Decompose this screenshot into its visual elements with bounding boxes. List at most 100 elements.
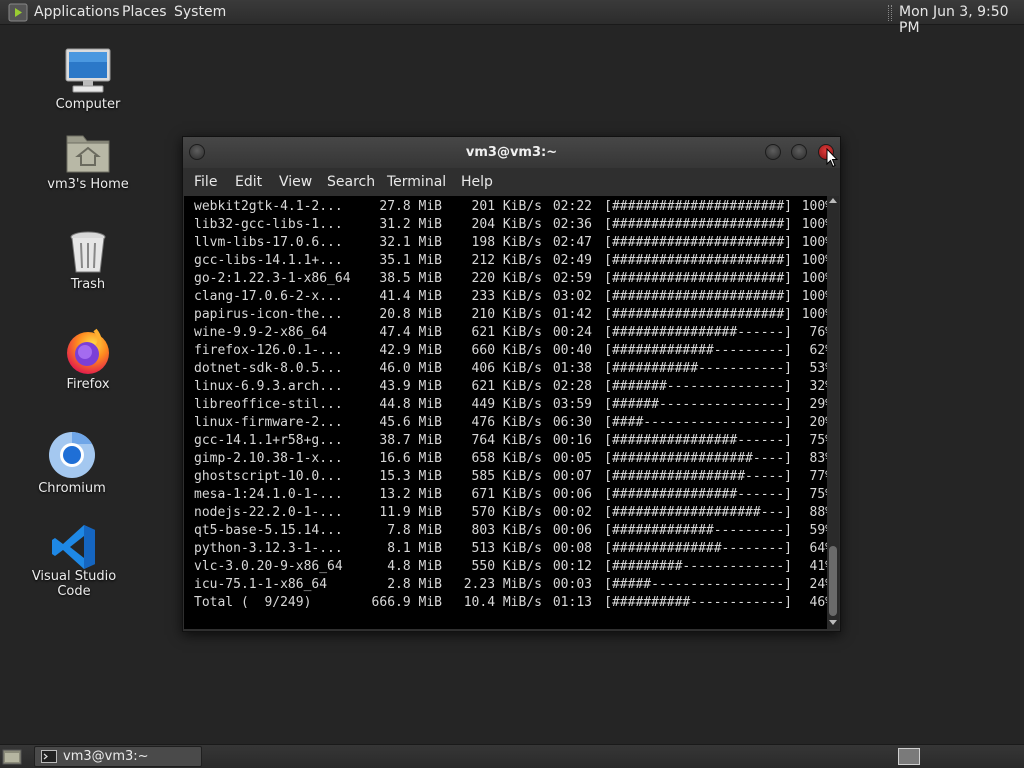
menu-help[interactable]: Help xyxy=(461,174,493,190)
download-name: linux-6.9.3.arch... xyxy=(194,379,343,394)
download-row: linux-6.9.3.arch... 43.9 MiB 621 KiB/s 02:2… xyxy=(194,378,827,396)
download-name: firefox-126.0.1-... xyxy=(194,343,343,358)
download-name: gcc-libs-14.1.1+... xyxy=(194,253,343,268)
download-bar: [################------] xyxy=(604,487,792,502)
download-time: 00:08 xyxy=(552,541,592,556)
download-time: 02:49 xyxy=(552,253,592,268)
download-row: python-3.12.3-1-... 8.1 MiB 513 KiB/s 00:08… xyxy=(194,540,827,558)
desktop-icon-label: vm3's Home xyxy=(47,177,129,192)
download-size: 35.1 MiB xyxy=(379,253,442,268)
download-row: go-2:1.22.3-1-x86_64 38.5 MiB 220 KiB/s 02:… xyxy=(194,270,827,288)
chromium-icon xyxy=(49,432,95,478)
download-bar: [################------] xyxy=(604,325,792,340)
menu-search[interactable]: Search xyxy=(327,174,375,190)
download-rate: 570 KiB/s xyxy=(471,505,542,520)
download-rate: 585 KiB/s xyxy=(471,469,542,484)
download-bar: [######----------------] xyxy=(604,397,792,412)
scroll-down-arrow-icon[interactable] xyxy=(829,620,837,625)
menu-applications[interactable]: Applications xyxy=(34,4,120,20)
download-row: webkit2gtk-4.1-2... 27.8 MiB 201 KiB/s 02:2… xyxy=(194,198,827,216)
download-time: 00:02 xyxy=(552,505,592,520)
download-row: papirus-icon-the... 20.8 MiB 210 KiB/s 01:4… xyxy=(194,306,827,324)
window-titlebar[interactable]: vm3@vm3:~ xyxy=(183,137,840,168)
scroll-up-arrow-icon[interactable] xyxy=(829,198,837,203)
menu-places[interactable]: Places xyxy=(122,4,167,20)
menu-file[interactable]: File xyxy=(194,174,217,190)
download-name: Total ( 9/249) xyxy=(194,595,312,610)
desktop-icon-firefox[interactable]: Firefox xyxy=(28,324,148,399)
download-rate: 201 KiB/s xyxy=(471,199,542,214)
download-size: 11.9 MiB xyxy=(379,505,442,520)
download-pct: 100% xyxy=(801,235,827,250)
download-rate: 671 KiB/s xyxy=(471,487,542,502)
download-bar: [##########------------] xyxy=(604,595,792,610)
desktop-icon-label: Visual Studio Code xyxy=(31,569,117,599)
download-time: 02:59 xyxy=(552,271,592,286)
download-name: clang-17.0.6-2-x... xyxy=(194,289,343,304)
download-rate: 550 KiB/s xyxy=(471,559,542,574)
terminal-output[interactable]: webkit2gtk-4.1-2... 27.8 MiB 201 KiB/s 02:2… xyxy=(184,196,827,629)
download-time: 02:36 xyxy=(552,217,592,232)
download-bar: [#############---------] xyxy=(604,523,792,538)
download-row: lib32-gcc-libs-1... 31.2 MiB 204 KiB/s 02:3… xyxy=(194,216,827,234)
download-time: 01:42 xyxy=(552,307,592,322)
download-size: 666.9 MiB xyxy=(371,595,442,610)
download-size: 44.8 MiB xyxy=(379,397,442,412)
menu-system[interactable]: System xyxy=(174,4,226,20)
workspace-switcher[interactable] xyxy=(898,748,920,765)
menu-terminal[interactable]: Terminal xyxy=(387,174,446,190)
download-name: ghostscript-10.0... xyxy=(194,469,343,484)
download-bar: [#########-------------] xyxy=(604,559,792,574)
download-bar: [##################----] xyxy=(604,451,792,466)
show-desktop-icon[interactable] xyxy=(2,748,22,766)
applications-menu-icon[interactable] xyxy=(8,3,28,22)
desktop-icon-home[interactable]: vm3's Home xyxy=(28,126,148,201)
clock[interactable]: Mon Jun 3, 9:50 PM xyxy=(899,4,1024,36)
download-bar: [######################] xyxy=(604,289,792,304)
download-time: 00:03 xyxy=(552,577,592,592)
monitor-icon xyxy=(65,48,111,93)
download-rate: 621 KiB/s xyxy=(471,379,542,394)
download-bar: [###########-----------] xyxy=(604,361,792,376)
download-pct: 76% xyxy=(809,325,827,340)
download-pct: 100% xyxy=(801,307,827,322)
download-bar: [######################] xyxy=(604,235,792,250)
download-name: lib32-gcc-libs-1... xyxy=(194,217,343,232)
download-name: icu-75.1-1-x86_64 xyxy=(194,577,328,592)
scrollbar-thumb[interactable] xyxy=(829,546,837,616)
taskbar-button-terminal[interactable]: vm3@vm3:~ xyxy=(34,746,202,767)
download-rate: 220 KiB/s xyxy=(471,271,542,286)
download-progress-list: webkit2gtk-4.1-2... 27.8 MiB 201 KiB/s 02:2… xyxy=(194,198,827,612)
download-bar: [#####-----------------] xyxy=(604,577,792,592)
download-pct: 29% xyxy=(809,397,827,412)
desktop-icon-computer[interactable]: Computer xyxy=(28,44,148,119)
menu-view[interactable]: View xyxy=(279,174,312,190)
terminal-window[interactable]: vm3@vm3:~ File Edit View Search Terminal… xyxy=(182,136,841,632)
download-name: mesa-1:24.1.0-1-... xyxy=(194,487,343,502)
desktop-icon-trash[interactable]: Trash xyxy=(28,226,148,301)
download-pct: 100% xyxy=(801,217,827,232)
download-size: 41.4 MiB xyxy=(379,289,442,304)
desktop-icon-chromium[interactable]: Chromium xyxy=(12,428,132,503)
download-name: gcc-14.1.1+r58+g... xyxy=(194,433,343,448)
minimize-button[interactable] xyxy=(765,144,781,160)
download-size: 15.3 MiB xyxy=(379,469,442,484)
menu-edit[interactable]: Edit xyxy=(235,174,262,190)
download-size: 43.9 MiB xyxy=(379,379,442,394)
maximize-button[interactable] xyxy=(791,144,807,160)
download-size: 27.8 MiB xyxy=(379,199,442,214)
desktop-icon-vscode[interactable]: Visual Studio Code xyxy=(14,520,134,599)
download-size: 42.9 MiB xyxy=(379,343,442,358)
panel-separator xyxy=(888,5,892,21)
download-size: 7.8 MiB xyxy=(387,523,442,538)
desktop-icon-label: Firefox xyxy=(66,377,110,392)
download-bar: [###################---] xyxy=(604,505,792,520)
download-name: dotnet-sdk-8.0.5... xyxy=(194,361,343,376)
download-time: 02:22 xyxy=(552,199,592,214)
download-pct: 100% xyxy=(801,199,827,214)
terminal-scrollbar[interactable] xyxy=(827,196,839,629)
download-time: 00:40 xyxy=(552,343,592,358)
vscode-icon xyxy=(52,525,95,569)
download-bar: [######################] xyxy=(604,307,792,322)
download-rate: 212 KiB/s xyxy=(471,253,542,268)
